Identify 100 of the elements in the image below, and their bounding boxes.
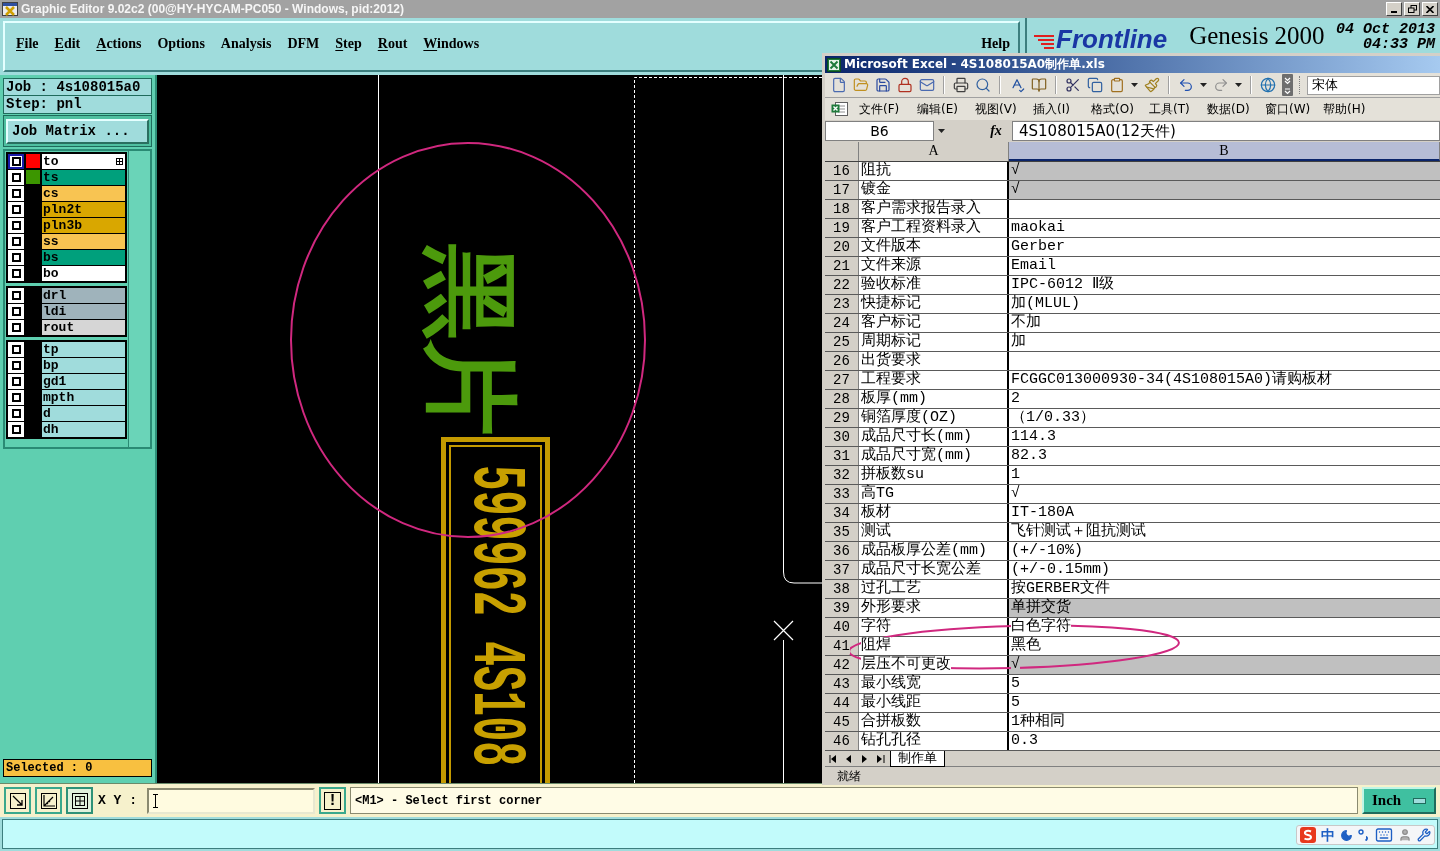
table-cell[interactable]: 加 — [1009, 333, 1440, 351]
layer-name-field[interactable]: ss — [42, 233, 125, 249]
layer-checkbox[interactable] — [8, 153, 24, 169]
grid-tool-button[interactable] — [66, 787, 93, 814]
job-matrix-button[interactable]: Job Matrix ... — [6, 118, 149, 144]
layer-name-field[interactable]: cs — [42, 185, 125, 201]
table-cell[interactable]: 铜箔厚度(OZ) — [859, 409, 1009, 427]
menu-item[interactable]: File — [16, 36, 39, 52]
table-cell[interactable]: 114.3 — [1009, 428, 1440, 446]
table-cell[interactable]: 验收标准 — [859, 276, 1009, 294]
table-cell[interactable]: 板厚(mm) — [859, 390, 1009, 408]
mail-icon[interactable] — [919, 77, 935, 93]
table-cell[interactable]: 飞针测试＋阻抗测试 — [1009, 523, 1440, 541]
table-cell[interactable]: 字符 — [859, 618, 1009, 636]
layer-name-field[interactable]: gd1 — [42, 373, 125, 389]
table-cell[interactable]: 5 — [1009, 694, 1440, 712]
table-cell[interactable]: 过孔工艺 — [859, 580, 1009, 598]
layer-name-field[interactable]: dh — [42, 421, 125, 437]
table-cell[interactable]: 板材 — [859, 504, 1009, 522]
ime-logo-icon[interactable] — [1300, 827, 1316, 843]
toolbar-options-icon[interactable] — [1282, 74, 1293, 96]
table-cell[interactable]: IPC-6012 Ⅱ级 — [1009, 276, 1440, 294]
layer-name-field[interactable]: ldi — [42, 303, 125, 319]
print-preview-icon[interactable] — [975, 77, 991, 93]
table-cell[interactable]: 外形要求 — [859, 599, 1009, 617]
table-cell[interactable]: 出货要求 — [859, 352, 1009, 370]
layer-name-field[interactable]: tp — [42, 341, 125, 357]
table-cell[interactable]: Gerber — [1009, 238, 1440, 256]
coordinate-field[interactable] — [147, 787, 315, 814]
layer-name-field[interactable]: pln2t — [42, 201, 125, 217]
table-cell[interactable]: 不加 — [1009, 314, 1440, 332]
table-cell[interactable]: 单拼交货 — [1009, 599, 1440, 617]
previous-sheet-icon[interactable] — [846, 754, 851, 763]
menu-item[interactable]: 帮助(H) — [1323, 101, 1381, 117]
table-cell[interactable]: 镀金 — [859, 181, 1009, 199]
lock-icon[interactable] — [897, 77, 913, 93]
table-cell[interactable]: 层压不可更改 — [859, 656, 1009, 674]
menu-item[interactable]: Help — [981, 36, 1010, 52]
menu-item[interactable]: Windows — [423, 36, 480, 52]
table-cell[interactable]: 2 — [1009, 390, 1440, 408]
table-cell[interactable]: √ — [1009, 656, 1440, 674]
table-cell[interactable]: 高TG — [859, 485, 1009, 503]
table-cell[interactable]: maokai — [1009, 219, 1440, 237]
table-cell[interactable]: 加(MLUL) — [1009, 295, 1440, 313]
menu-item[interactable]: Analysis — [220, 36, 272, 52]
user-icon[interactable] — [1398, 828, 1412, 842]
menu-item[interactable]: 插入(I) — [1033, 101, 1091, 117]
format-painter-icon[interactable] — [1144, 77, 1160, 93]
font-name-field[interactable]: 宋体 — [1307, 75, 1440, 95]
table-cell[interactable]: 成品尺寸长宽公差 — [859, 561, 1009, 579]
layer-name-field[interactable]: mpth — [42, 389, 125, 405]
grid-icon[interactable] — [116, 157, 123, 165]
menu-item[interactable]: 数据(D) — [1207, 101, 1265, 117]
table-cell[interactable]: 最小线宽 — [859, 675, 1009, 693]
dropdown-caret-icon[interactable] — [1131, 83, 1138, 87]
last-sheet-icon[interactable] — [877, 754, 885, 763]
layer-name-field[interactable]: to — [42, 153, 125, 169]
table-cell[interactable]: 拼板数su — [859, 466, 1009, 484]
minimize-button[interactable] — [1386, 2, 1402, 16]
table-cell[interactable]: 最小线距 — [859, 694, 1009, 712]
name-box-dropdown-icon[interactable] — [938, 129, 945, 133]
layer-name-field[interactable]: drl — [42, 287, 125, 303]
menu-item[interactable]: 工具(T) — [1149, 101, 1207, 117]
menu-item[interactable]: 文件(F) — [859, 101, 917, 117]
dropdown-caret-icon[interactable] — [1200, 83, 1207, 87]
layer-name-field[interactable]: bs — [42, 249, 125, 265]
table-cell[interactable]: 黑色 — [1009, 637, 1440, 655]
table-cell[interactable]: 按GERBER文件 — [1009, 580, 1440, 598]
table-cell[interactable]: Email — [1009, 257, 1440, 275]
document-icon[interactable] — [831, 101, 849, 117]
next-sheet-icon[interactable] — [862, 754, 867, 763]
table-cell[interactable]: 5 — [1009, 675, 1440, 693]
copy-icon[interactable] — [1087, 77, 1103, 93]
angle-tool-button[interactable] — [35, 787, 62, 814]
new-document-icon[interactable] — [831, 77, 847, 93]
column-header[interactable]: B — [1009, 142, 1440, 161]
menu-item[interactable]: Edit — [54, 36, 81, 52]
table-cell[interactable]: 快捷标记 — [859, 295, 1009, 313]
table-cell[interactable]: 周期标记 — [859, 333, 1009, 351]
save-icon[interactable] — [875, 77, 891, 93]
table-cell[interactable]: 1 — [1009, 466, 1440, 484]
spelling-icon[interactable] — [1009, 77, 1025, 93]
table-cell[interactable]: 合拼板数 — [859, 713, 1009, 731]
table-cell[interactable]: (+/-10%) — [1009, 542, 1440, 560]
formula-field[interactable]: 4S108015A0(12天件) — [1012, 121, 1440, 141]
first-sheet-icon[interactable] — [829, 754, 837, 763]
menu-item[interactable]: 视图(V) — [975, 101, 1033, 117]
close-button[interactable] — [1422, 2, 1438, 16]
layer-name-field[interactable]: bp — [42, 357, 125, 373]
undo-icon[interactable] — [1178, 77, 1194, 93]
table-cell[interactable]: 客户标记 — [859, 314, 1009, 332]
table-cell[interactable]: 测试 — [859, 523, 1009, 541]
table-cell[interactable]: 文件版本 — [859, 238, 1009, 256]
table-cell[interactable]: 阻抗 — [859, 162, 1009, 180]
printer-icon[interactable] — [953, 77, 969, 93]
table-cell[interactable]: 客户需求报告录入 — [859, 200, 1009, 218]
table-cell[interactable]: 白色字符 — [1009, 618, 1440, 636]
layer-name-field[interactable]: d — [42, 405, 125, 421]
table-cell[interactable]: （1/0.33） — [1009, 409, 1440, 427]
table-cell[interactable]: 工程要求 — [859, 371, 1009, 389]
